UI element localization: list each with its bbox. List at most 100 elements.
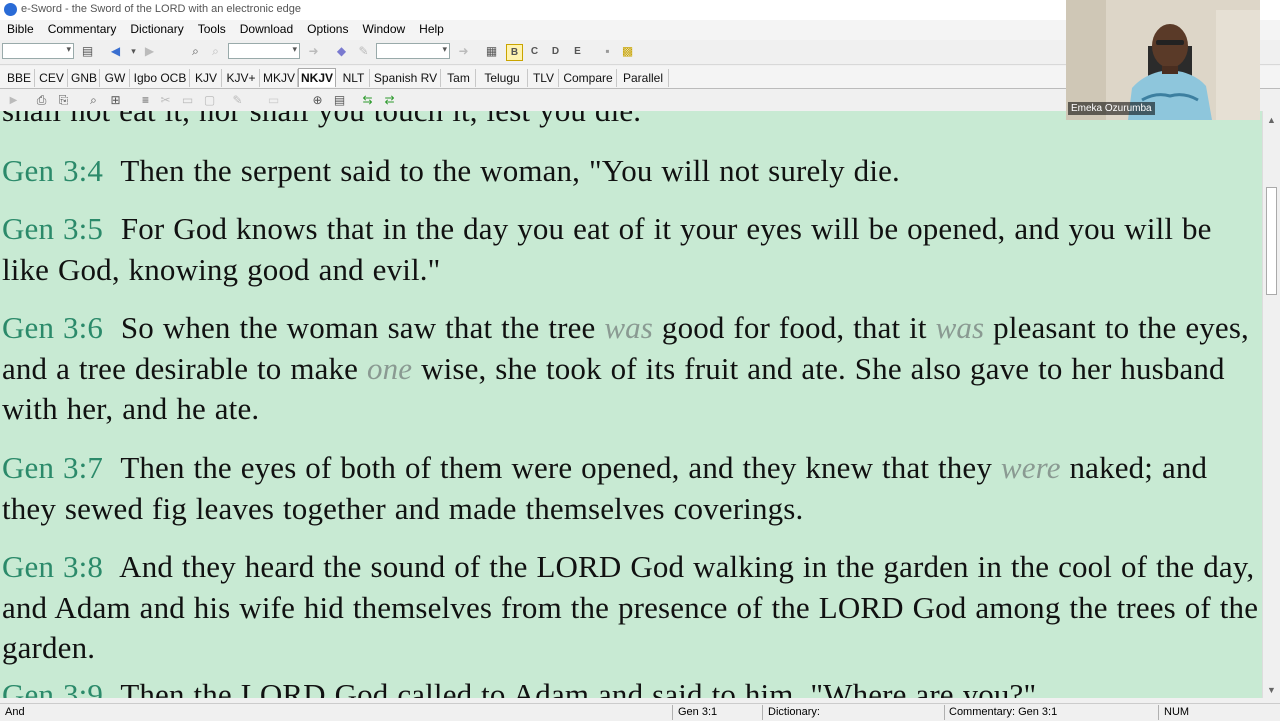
- verse-gen-3-5[interactable]: Gen 3:5 For God knows that in the day yo…: [2, 209, 1260, 290]
- commentary-combo[interactable]: [376, 43, 450, 59]
- back-icon[interactable]: ◀: [108, 44, 123, 59]
- tab-gw[interactable]: GW: [101, 69, 130, 87]
- scroll-down-icon[interactable]: ▼: [1267, 685, 1276, 695]
- verse-text: Then the LORD God called to Adam and sai…: [120, 677, 1037, 698]
- graphics-icon[interactable]: ▩: [620, 44, 635, 59]
- status-divider: [672, 705, 673, 720]
- list-icon[interactable]: ≡: [138, 93, 153, 108]
- verse-ref[interactable]: Gen 3:8: [2, 549, 103, 584]
- menu-options[interactable]: Options: [300, 20, 355, 40]
- scroll-thumb[interactable]: [1266, 187, 1277, 295]
- search-combo[interactable]: [228, 43, 300, 59]
- highlight-icon[interactable]: ✎: [230, 93, 245, 108]
- menu-dictionary[interactable]: Dictionary: [123, 20, 190, 40]
- status-commentary: Commentary: Gen 3:1: [949, 706, 1058, 718]
- supplied-word: one: [366, 350, 413, 386]
- status-bible: Gen 3:1: [678, 706, 718, 718]
- sync-icon[interactable]: ⇆: [360, 93, 375, 108]
- find-replace-icon[interactable]: ⊞: [108, 93, 123, 108]
- status-num: NUM: [1164, 706, 1190, 718]
- verse-text: For God knows that in the day you eat of…: [2, 211, 1212, 287]
- zoom-icon[interactable]: ⊕: [310, 93, 325, 108]
- print-icon[interactable]: ⎙: [34, 93, 49, 108]
- tab-telugu[interactable]: Telugu: [477, 69, 528, 87]
- tab-bbe[interactable]: BBE: [4, 69, 35, 87]
- verse-gen-3-7[interactable]: Gen 3:7 Then the eyes of both of them we…: [2, 448, 1260, 529]
- edit-icon[interactable]: ✎: [356, 44, 371, 59]
- menu-help[interactable]: Help: [412, 20, 451, 40]
- forward-icon[interactable]: ▶: [142, 44, 157, 59]
- window-title: e-Sword - the Sword of the LORD with an …: [21, 3, 302, 15]
- tab-igbo-ocb[interactable]: Igbo OCB: [131, 69, 190, 87]
- scroll-up-icon[interactable]: ▲: [1267, 115, 1276, 125]
- verse-gen-3-8[interactable]: Gen 3:8 And they heard the sound of the …: [2, 547, 1260, 669]
- tab-mkjv[interactable]: MKJV: [261, 69, 298, 87]
- app-icon: [4, 3, 17, 16]
- editor-view-icon[interactable]: E: [570, 44, 585, 59]
- search-icon[interactable]: ⌕: [188, 44, 203, 59]
- go-icon[interactable]: ➜: [306, 44, 321, 59]
- tab-cev[interactable]: CEV: [36, 69, 68, 87]
- copy-icon[interactable]: ⎘: [56, 93, 71, 108]
- module-icon[interactable]: ◆: [334, 44, 349, 59]
- dictionary-view-icon[interactable]: D: [548, 44, 563, 59]
- tab-kjv[interactable]: KJV: [191, 69, 222, 87]
- bold-icon[interactable]: ▭: [266, 93, 281, 108]
- menu-download[interactable]: Download: [233, 20, 300, 40]
- verse-text: And they heard the sound of the LORD God…: [2, 549, 1259, 666]
- tab-nkjv[interactable]: NKJV: [298, 68, 336, 87]
- find-next-icon[interactable]: ⌕: [208, 44, 223, 59]
- menu-window[interactable]: Window: [355, 20, 412, 40]
- supplied-word: was: [935, 310, 985, 345]
- menu-tools[interactable]: Tools: [191, 20, 233, 40]
- vertical-scrollbar[interactable]: ▲ ▼: [1262, 111, 1280, 698]
- webcam-overlay: Emeka Ozurumba: [1066, 0, 1260, 120]
- bible-text-pane[interactable]: shall not eat it, nor shall you touch it…: [0, 111, 1262, 698]
- tab-gnb[interactable]: GNB: [69, 69, 100, 87]
- open-book-icon[interactable]: ▤: [80, 44, 95, 59]
- verse-ref[interactable]: Gen 3:9: [2, 677, 103, 698]
- supplied-word: were: [1000, 450, 1061, 485]
- verse-ref[interactable]: Gen 3:5: [2, 211, 103, 246]
- paste-icon[interactable]: ▭: [180, 93, 195, 108]
- go2-icon[interactable]: ➜: [456, 44, 471, 59]
- tab-compare[interactable]: Compare: [560, 69, 617, 87]
- menu-bible[interactable]: Bible: [0, 20, 41, 40]
- verse-ref[interactable]: Gen 3:6: [2, 310, 103, 345]
- tab-nlt[interactable]: NLT: [338, 69, 370, 87]
- status-divider: [944, 705, 945, 720]
- webcam-name-label: Emeka Ozurumba: [1068, 102, 1155, 115]
- notes-icon[interactable]: ▪: [600, 44, 615, 59]
- status-bar: And Gen 3:1 Dictionary: Commentary: Gen …: [0, 703, 1280, 721]
- tab-spanish-rv[interactable]: Spanish RV: [371, 69, 441, 87]
- status-left: And: [5, 706, 25, 718]
- find-icon[interactable]: ⌕: [86, 93, 101, 108]
- layout-icon[interactable]: ▦: [484, 44, 499, 59]
- supplied-word: was: [604, 310, 654, 345]
- verse-text: good for food, that it: [653, 310, 936, 345]
- tab-parallel[interactable]: Parallel: [618, 69, 669, 87]
- bible-view-icon[interactable]: B: [506, 44, 523, 61]
- verse-text: So when the woman saw that the tree: [120, 310, 605, 345]
- verse-gen-3-9[interactable]: Gen 3:9 Then the LORD God called to Adam…: [2, 675, 1260, 698]
- play-icon[interactable]: ▶: [6, 93, 21, 108]
- tab-kjv-plus[interactable]: KJV+: [223, 69, 260, 87]
- verse-ref[interactable]: Gen 3:7: [2, 450, 103, 485]
- menu-commentary[interactable]: Commentary: [41, 20, 124, 40]
- split-icon[interactable]: ▤: [332, 93, 347, 108]
- cut-icon[interactable]: ✂: [158, 93, 173, 108]
- tab-tam[interactable]: Tam: [442, 69, 476, 87]
- status-divider: [762, 705, 763, 720]
- verse-text: Then the serpent said to the woman, "You…: [120, 153, 900, 188]
- clear-icon[interactable]: ▢: [202, 93, 217, 108]
- tab-tlv[interactable]: TLV: [529, 69, 559, 87]
- verse-gen-3-4[interactable]: Gen 3:4 Then the serpent said to the wom…: [2, 151, 1260, 192]
- verse-ref[interactable]: Gen 3:4: [2, 153, 103, 188]
- status-dictionary: Dictionary:: [768, 706, 820, 718]
- commentary-view-icon[interactable]: C: [527, 44, 542, 59]
- verse-gen-3-6[interactable]: Gen 3:6 So when the woman saw that the t…: [2, 308, 1260, 430]
- status-divider: [1158, 705, 1159, 720]
- back-history-icon[interactable]: ▾: [126, 44, 141, 59]
- link-icon[interactable]: ⇄: [382, 93, 397, 108]
- bible-book-select[interactable]: [2, 43, 74, 59]
